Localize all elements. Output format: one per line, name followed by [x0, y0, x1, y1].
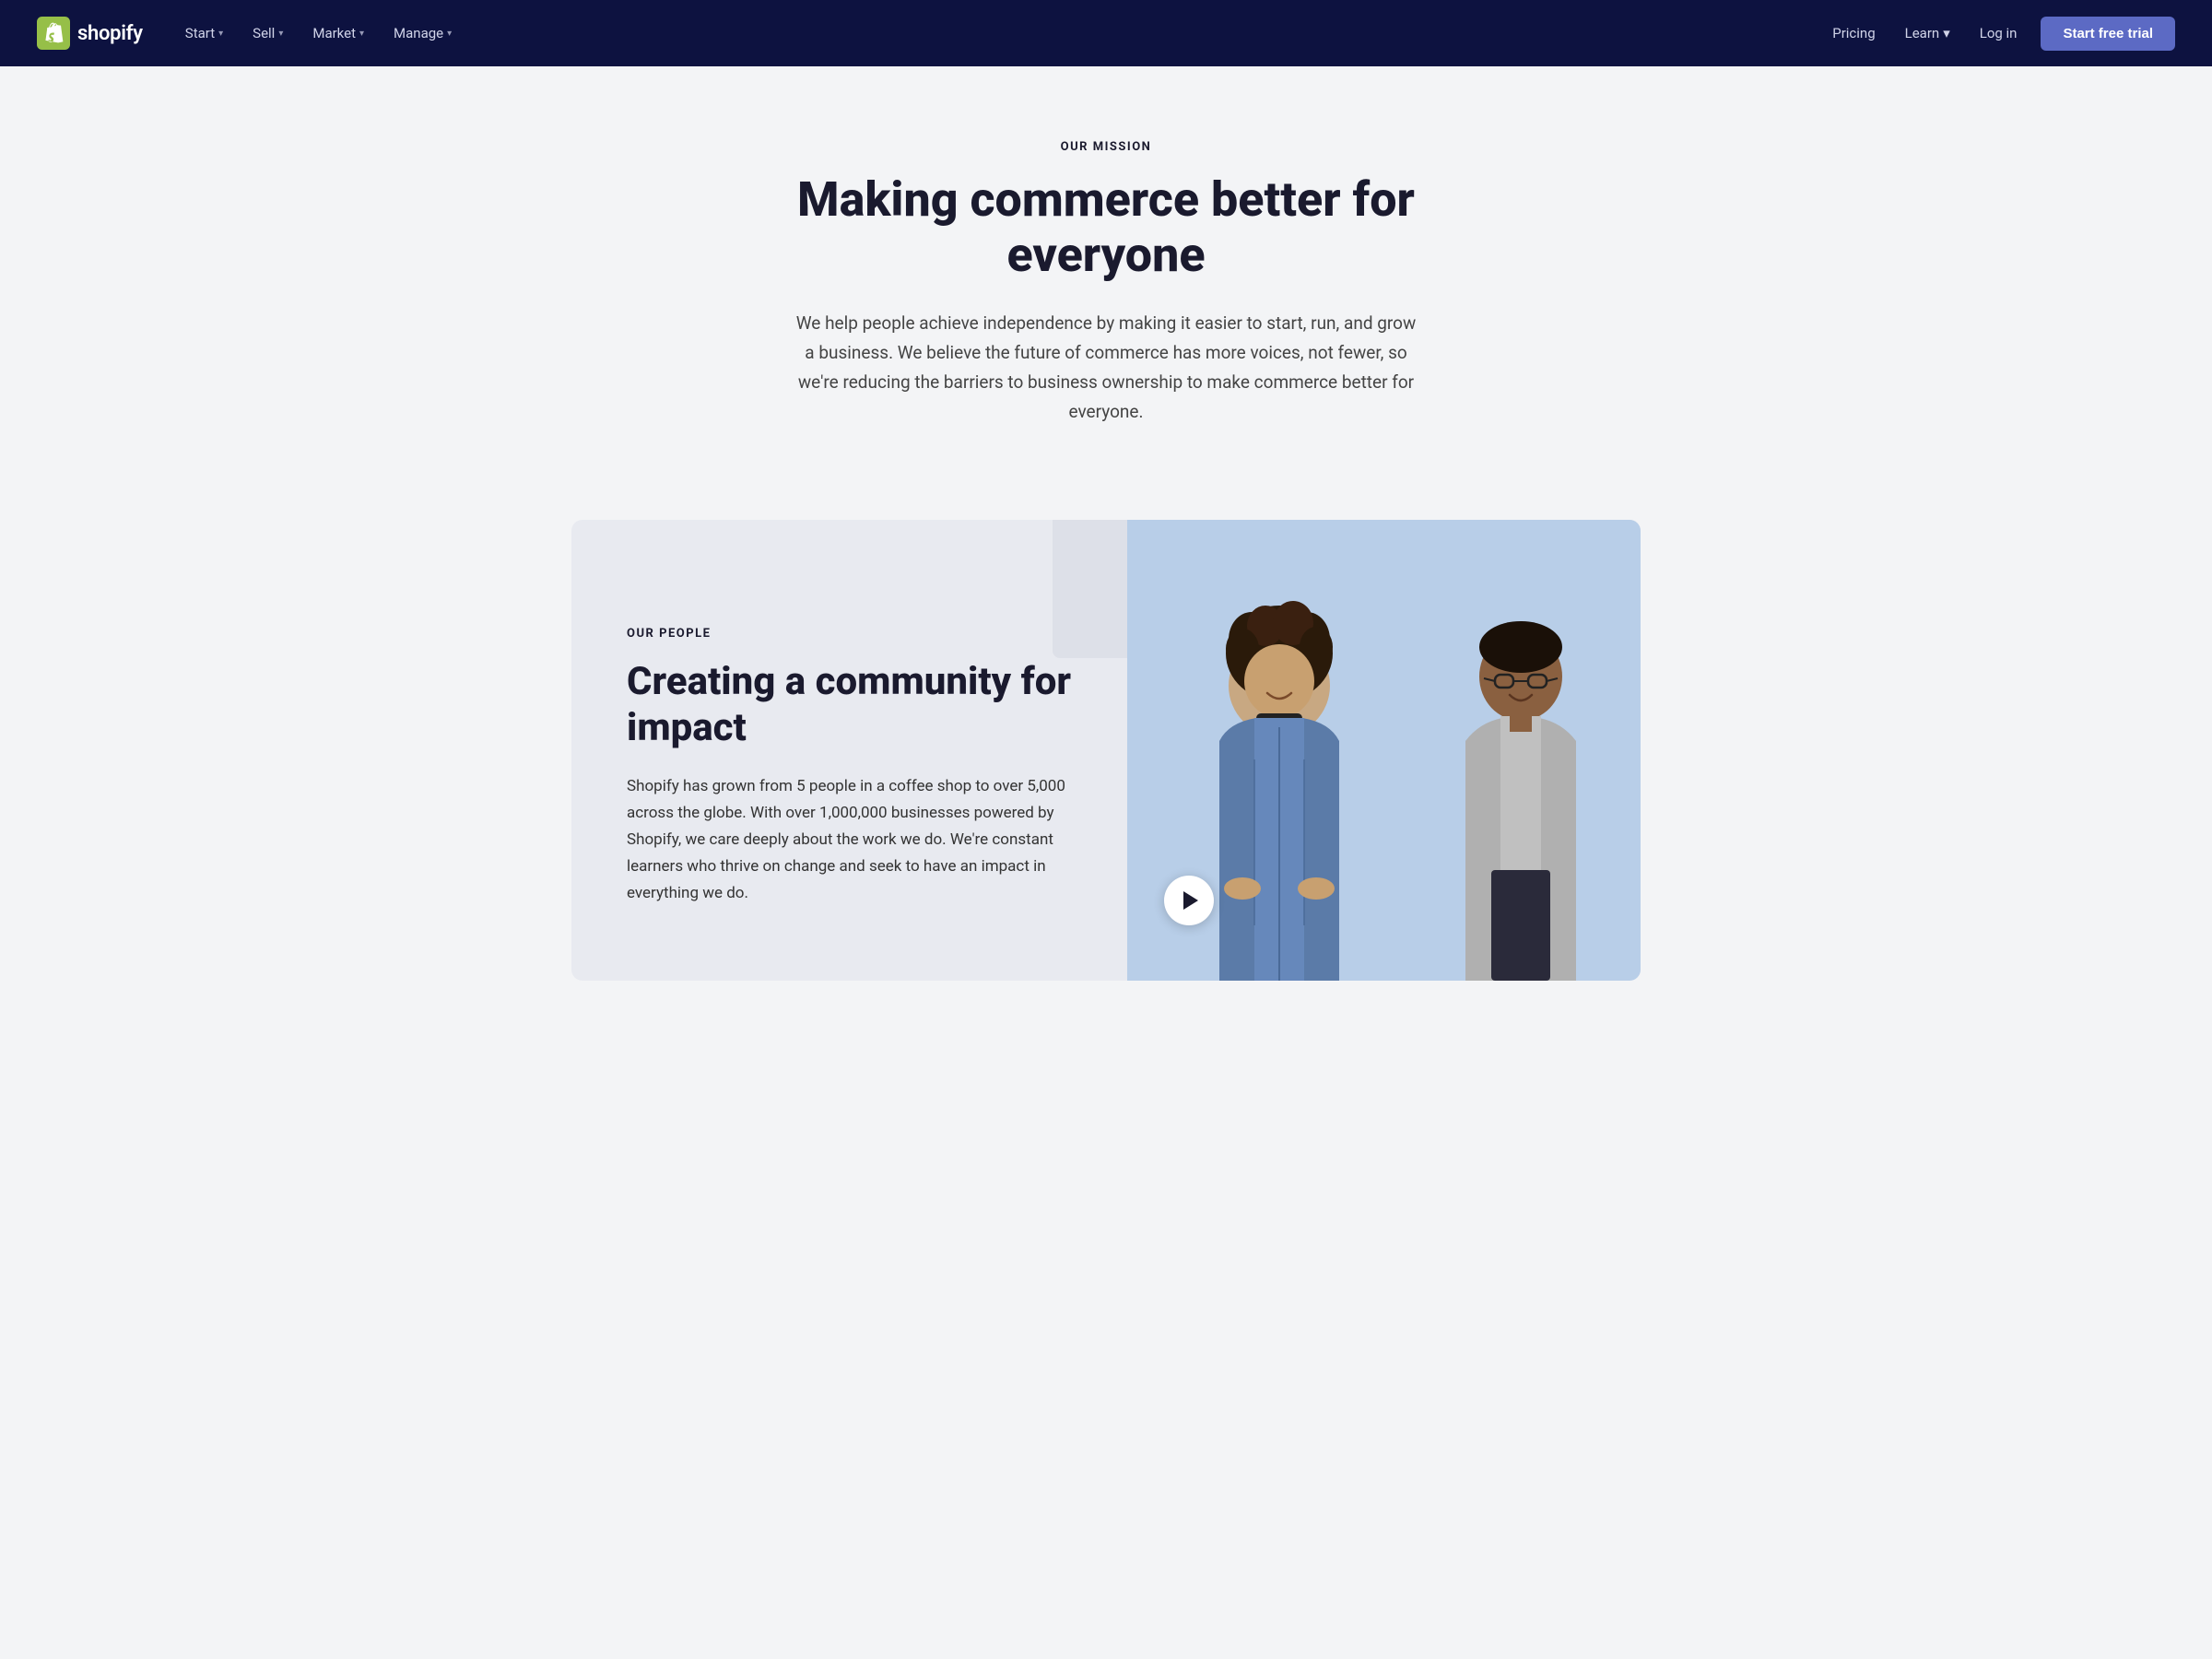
people-section: OUR PEOPLE Creating a community for impa… — [0, 520, 2212, 1036]
chevron-down-icon: ▾ — [359, 29, 364, 39]
chevron-down-icon: ▾ — [278, 29, 283, 39]
logo-text: shopify — [77, 22, 143, 45]
nav-item-manage[interactable]: Manage ▾ — [381, 18, 465, 49]
nav-item-start[interactable]: Start ▾ — [172, 18, 236, 49]
people-eyebrow: OUR PEOPLE — [627, 627, 1072, 641]
nav-login[interactable]: Log in — [1967, 18, 2030, 49]
navigation: shopify Start ▾ Sell ▾ Market ▾ Manage ▾… — [0, 0, 2212, 66]
person-right-figure — [1429, 594, 1613, 981]
nav-item-market[interactable]: Market ▾ — [300, 18, 377, 49]
chevron-down-icon: ▾ — [1943, 25, 1950, 41]
start-free-trial-button[interactable]: Start free trial — [2041, 17, 2175, 51]
nav-learn[interactable]: Learn ▾ — [1892, 18, 1963, 49]
people-description: Shopify has grown from 5 people in a cof… — [627, 773, 1072, 906]
play-button[interactable] — [1164, 876, 1214, 925]
people-image-column — [1127, 520, 1641, 981]
people-card: OUR PEOPLE Creating a community for impa… — [571, 520, 1641, 981]
mission-eyebrow: OUR MISSION — [37, 140, 2175, 154]
people-card-inner: OUR PEOPLE Creating a community for impa… — [571, 520, 1641, 981]
primary-nav: Start ▾ Sell ▾ Market ▾ Manage ▾ — [172, 18, 1819, 49]
secondary-nav: Pricing Learn ▾ Log in Start free trial — [1819, 17, 2175, 51]
people-text-column: OUR PEOPLE Creating a community for impa… — [571, 520, 1127, 981]
nav-pricing[interactable]: Pricing — [1819, 18, 1888, 49]
mission-title: Making commerce better for everyone — [737, 172, 1475, 283]
people-title: Creating a community for impact — [627, 659, 1072, 752]
chevron-down-icon: ▾ — [218, 29, 223, 39]
logo[interactable]: shopify — [37, 17, 143, 50]
people-image — [1127, 520, 1641, 981]
chevron-down-icon: ▾ — [447, 29, 452, 39]
nav-item-sell[interactable]: Sell ▾ — [240, 18, 296, 49]
mission-description: We help people achieve independence by m… — [793, 309, 1419, 428]
shopify-logo-icon — [37, 17, 70, 50]
person-left-figure — [1173, 575, 1385, 981]
play-icon — [1183, 891, 1198, 910]
mission-section: OUR MISSION Making commerce better for e… — [0, 66, 2212, 520]
